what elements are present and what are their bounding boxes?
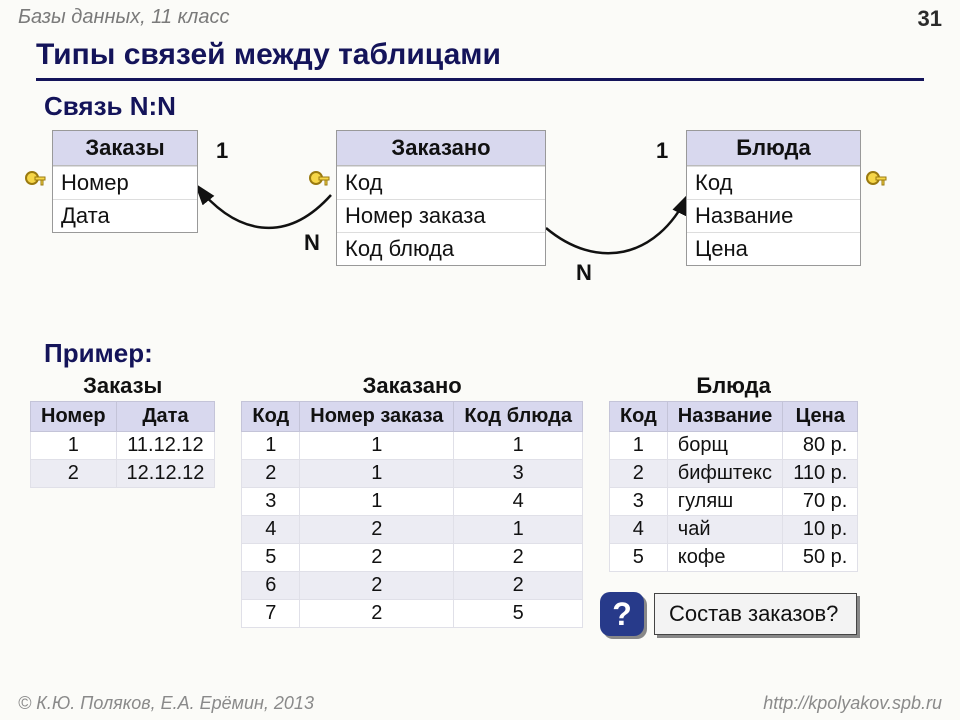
entity-dishes-row-0: Код	[687, 166, 860, 199]
key-icon	[307, 169, 333, 201]
table-row: 213	[242, 460, 583, 488]
example-ordered-title: Заказано	[241, 373, 583, 401]
entity-orders-header: Заказы	[53, 131, 197, 166]
entity-ordered-row-0: Код	[337, 166, 545, 199]
entity-dishes-header: Блюда	[687, 131, 860, 166]
table-row: 3гуляш70 р.	[609, 488, 857, 516]
example-ordered: Заказано Код Номер заказа Код блюда 1112…	[241, 373, 583, 628]
example-dishes-title: Блюда	[609, 373, 858, 401]
table-row: 111.12.12	[31, 432, 215, 460]
slide-title: Типы связей между таблицами	[36, 34, 924, 81]
entity-ordered: Заказано Код Номер заказа Код блюда	[336, 130, 546, 266]
table-row: 4чай10 р.	[609, 516, 857, 544]
table-row: 2бифштекс110 р.	[609, 460, 857, 488]
table-row: 522	[242, 544, 583, 572]
entity-orders-row-1: Дата	[53, 199, 197, 232]
page-number: 31	[918, 6, 942, 32]
example-orders-title: Заказы	[30, 373, 215, 401]
cardinality-many: N	[304, 230, 320, 256]
entity-dishes-row-2: Цена	[687, 232, 860, 265]
example-dishes: Блюда Код Название Цена 1борщ80 р.2бифшт…	[609, 373, 858, 572]
cardinality-many: N	[576, 260, 592, 286]
er-diagram: Заказы Номер Дата Заказано Код Номер зак…	[36, 130, 924, 320]
entity-ordered-header: Заказано	[337, 131, 545, 166]
key-icon	[23, 169, 49, 201]
copyright: © К.Ю. Поляков, Е.А. Ерёмин, 2013	[18, 693, 314, 714]
table-dishes: Код Название Цена 1борщ80 р.2бифштекс110…	[609, 401, 858, 572]
question-callout: ? Состав заказов?	[600, 592, 857, 636]
table-row: 725	[242, 600, 583, 628]
table-row: 622	[242, 572, 583, 600]
cardinality-one: 1	[216, 138, 228, 164]
table-row: 421	[242, 516, 583, 544]
entity-ordered-row-2: Код блюда	[337, 232, 545, 265]
table-row: 314	[242, 488, 583, 516]
table-row: 212.12.12	[31, 460, 215, 488]
entity-orders-row-0: Номер	[53, 166, 197, 199]
relation-label: Связь N:N	[0, 81, 960, 130]
question-text: Состав заказов?	[654, 593, 857, 635]
table-row: 5кофе50 р.	[609, 544, 857, 572]
entity-orders: Заказы Номер Дата	[52, 130, 198, 233]
example-label: Пример:	[0, 320, 960, 373]
entity-dishes-row-1: Название	[687, 199, 860, 232]
table-orders: Номер Дата 111.12.12212.12.12	[30, 401, 215, 488]
key-icon	[864, 169, 890, 201]
cardinality-one: 1	[656, 138, 668, 164]
table-row: 111	[242, 432, 583, 460]
course-label: Базы данных, 11 класс	[18, 6, 229, 29]
table-row: 1борщ80 р.	[609, 432, 857, 460]
table-ordered: Код Номер заказа Код блюда 1112133144215…	[241, 401, 583, 628]
question-mark-icon: ?	[600, 592, 644, 636]
entity-ordered-row-1: Номер заказа	[337, 199, 545, 232]
entity-dishes: Блюда Код Название Цена	[686, 130, 861, 266]
example-orders: Заказы Номер Дата 111.12.12212.12.12	[30, 373, 215, 488]
source-url: http://kpolyakov.spb.ru	[763, 693, 942, 714]
